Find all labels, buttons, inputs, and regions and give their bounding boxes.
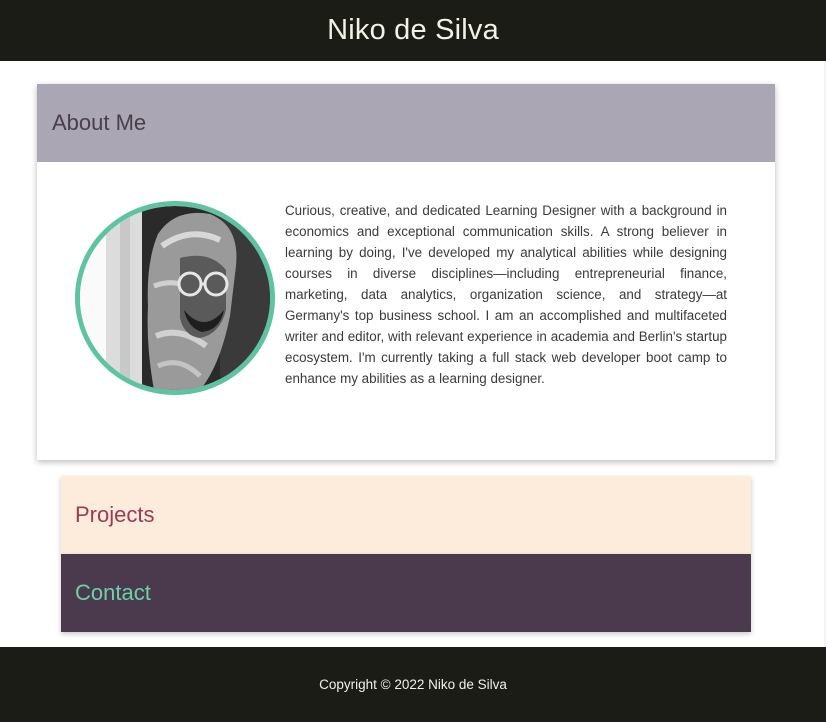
- site-footer: Copyright © 2022 Niko de Silva: [0, 647, 826, 722]
- portfolio-page: Niko de Silva About Me Curious, creative…: [0, 0, 826, 722]
- projects-section[interactable]: Projects: [61, 476, 751, 554]
- about-heading: About Me: [52, 110, 147, 135]
- about-card: About Me Curious, creative, and dedicate…: [37, 84, 775, 460]
- profile-photo: [75, 201, 275, 395]
- portrait-photo-icon: [80, 206, 270, 390]
- about-header: About Me: [37, 84, 775, 162]
- contact-heading: Contact: [75, 580, 151, 605]
- site-title: Niko de Silva: [327, 14, 499, 46]
- about-body: Curious, creative, and dedicated Learnin…: [37, 162, 775, 460]
- site-header: Niko de Silva: [0, 0, 826, 61]
- contact-section[interactable]: Contact: [61, 554, 751, 632]
- about-bio: Curious, creative, and dedicated Learnin…: [285, 203, 727, 386]
- projects-heading: Projects: [75, 502, 155, 527]
- copyright-text: Copyright © 2022 Niko de Silva: [319, 677, 507, 692]
